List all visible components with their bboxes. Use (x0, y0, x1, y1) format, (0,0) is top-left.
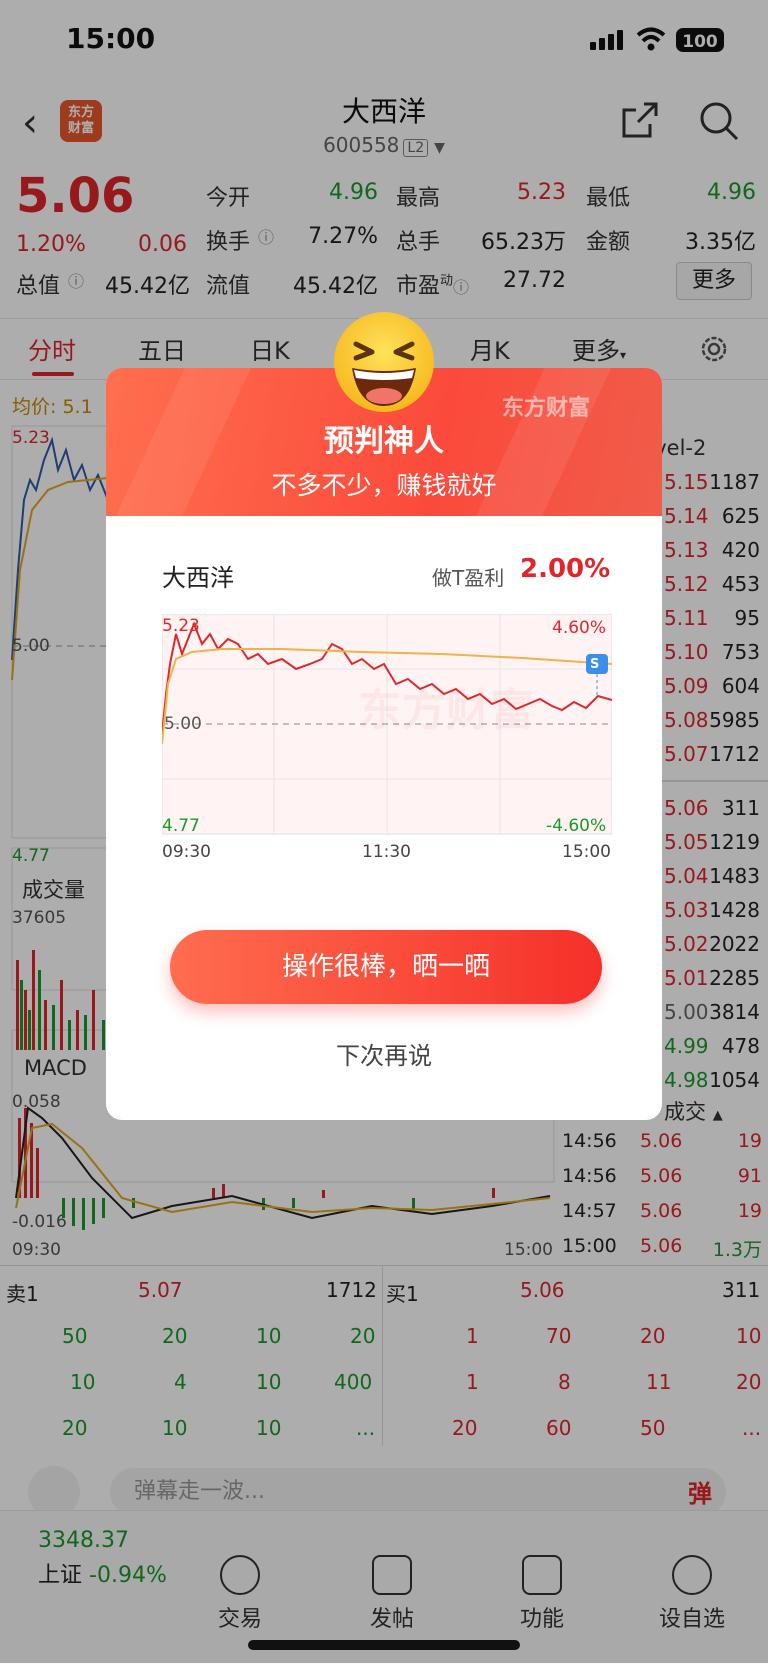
profit-label: 做T盈利 (432, 566, 505, 590)
prediction-modal: 东方财富 预判神人 不多不少，赚钱就好 大西洋 做T盈利 2.00% S 东方财… (106, 368, 662, 1120)
sell-marker-icon: S (590, 657, 600, 672)
modal-time-mid: 11:30 (362, 842, 411, 862)
later-button[interactable]: 下次再说 (106, 1036, 662, 1071)
modal-time-end: 15:00 (562, 842, 611, 862)
home-indicator (248, 1640, 520, 1650)
modal-chart-top-left: 5.23 (162, 616, 200, 636)
modal-title: 预判神人 (324, 424, 444, 459)
modal-chart-top-right: 4.60% (552, 618, 607, 638)
share-result-button[interactable]: 操作很棒，晒一晒 (170, 930, 602, 1004)
chart-watermark: 东方财富 (358, 685, 534, 736)
modal-chart-mid: 5.00 (164, 714, 202, 734)
laughing-emoji-icon (334, 312, 434, 412)
modal-stock-name: 大西洋 (162, 564, 234, 592)
modal-chart-bottom-right: -4.60% (546, 816, 607, 836)
modal-time-start: 09:30 (162, 842, 211, 862)
modal-intraday-chart (162, 614, 612, 835)
profit-value: 2.00% (520, 554, 611, 584)
modal-subtitle: 不多不少，赚钱就好 (271, 471, 497, 500)
modal-chart-bottom-left: 4.77 (162, 816, 200, 836)
